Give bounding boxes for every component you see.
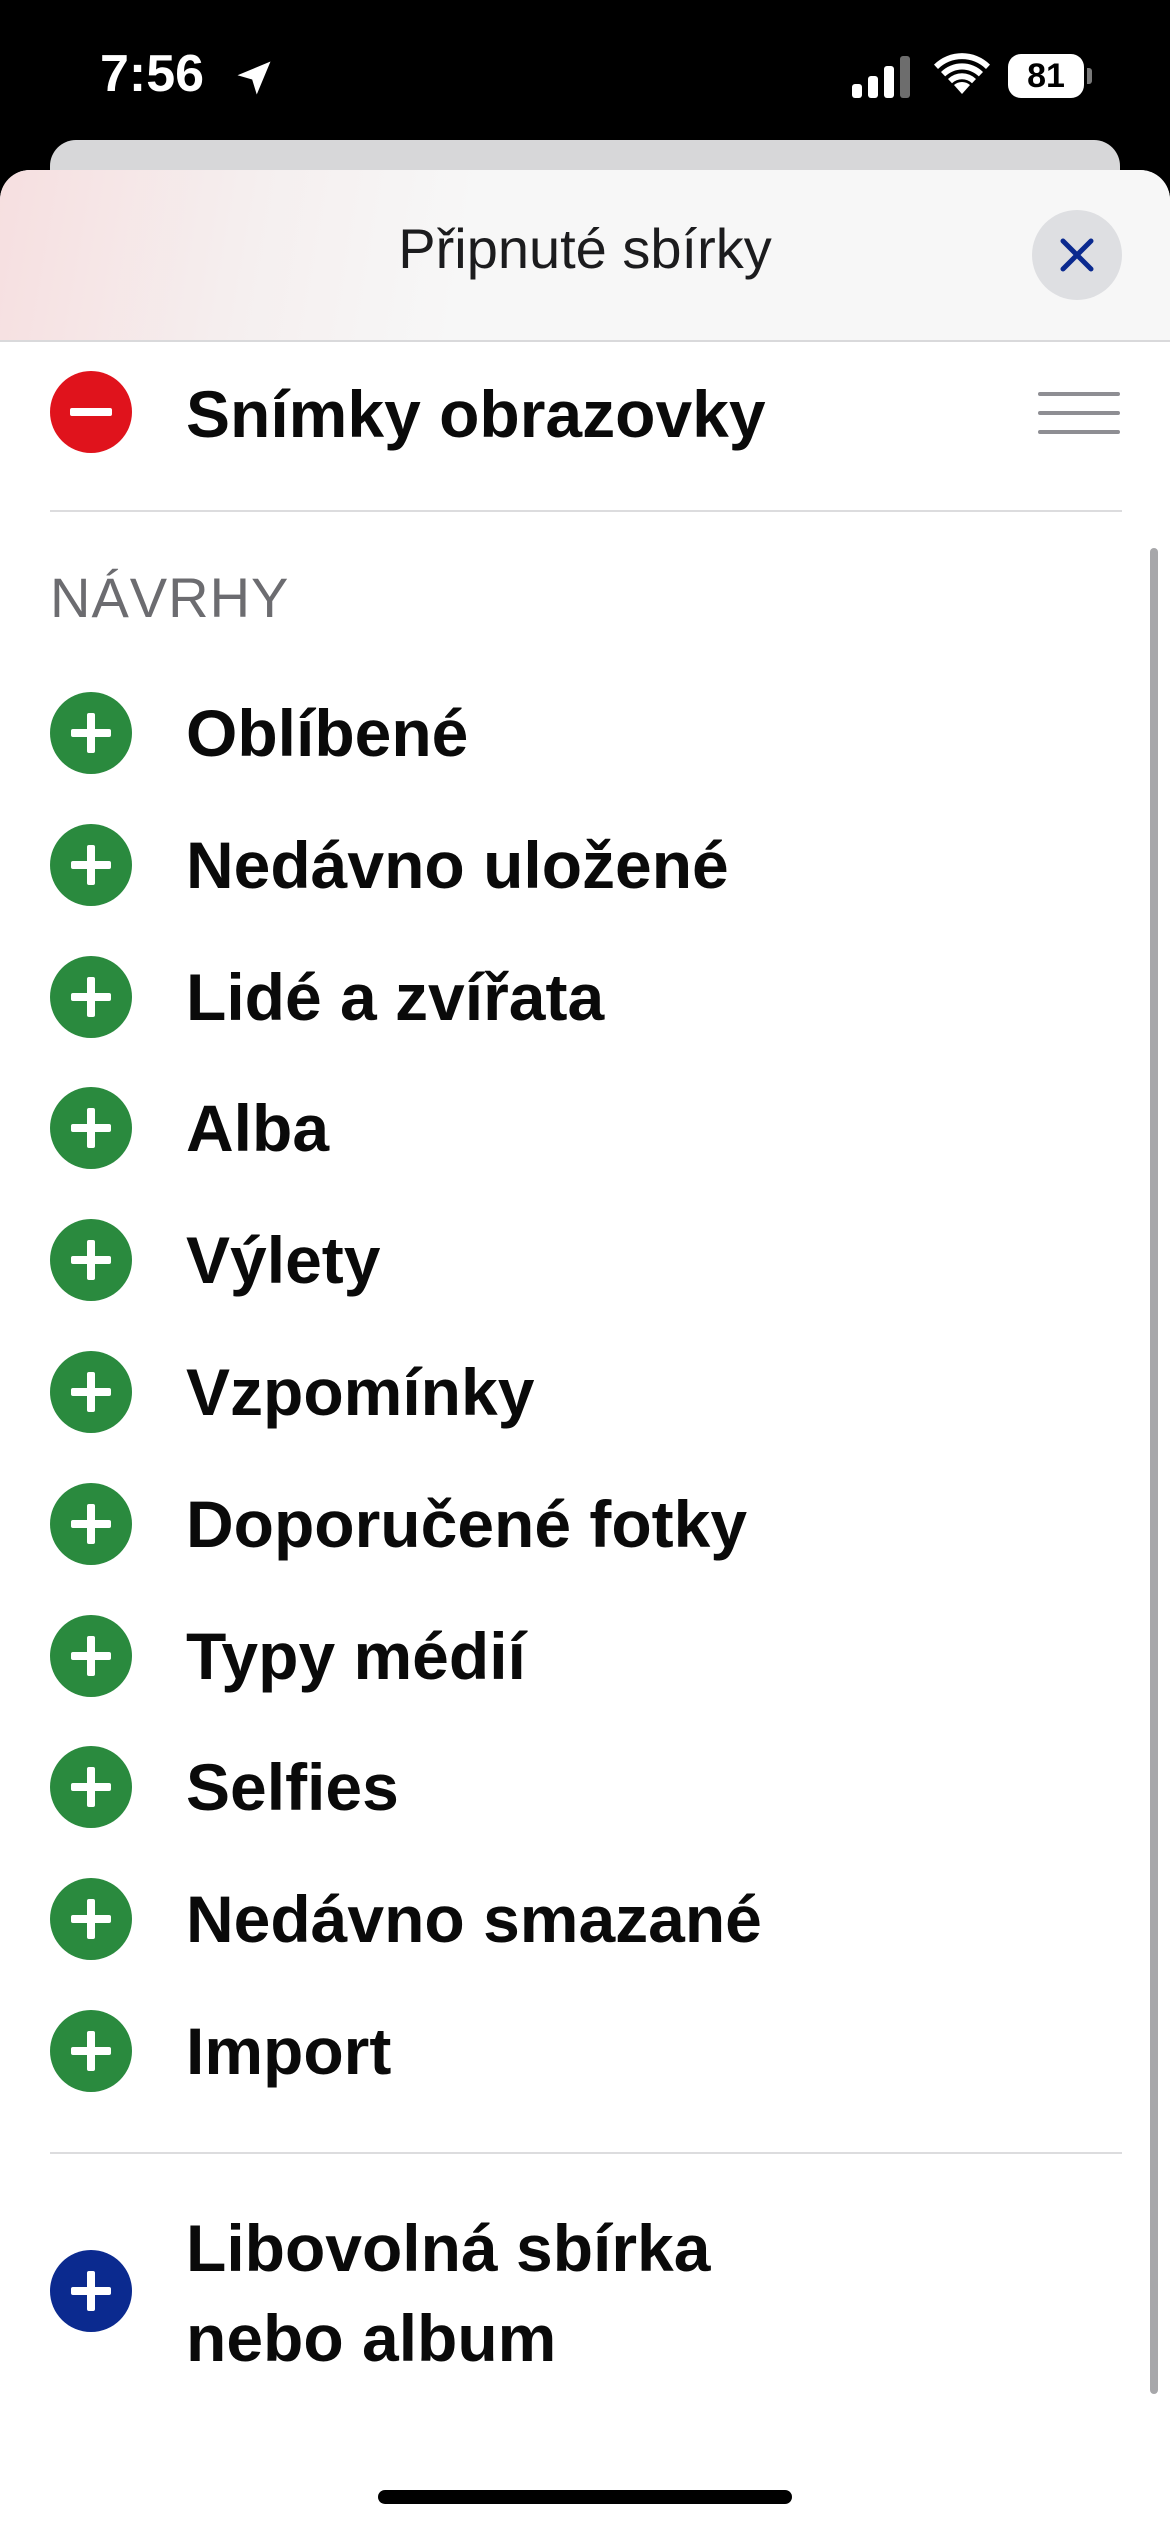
suggestion-item[interactable]: Typy médií <box>0 1591 1170 1721</box>
suggestion-label: Vzpomínky <box>186 1355 535 1429</box>
battery-level: 81 <box>1008 54 1084 98</box>
wifi-icon <box>934 53 990 94</box>
plus-icon <box>71 1240 111 1281</box>
suggestion-label: Výlety <box>186 1223 381 1298</box>
add-button[interactable] <box>50 1087 132 1170</box>
sheet-title: Připnuté sbírky <box>398 217 772 280</box>
add-button[interactable] <box>50 2010 132 2092</box>
suggestion-label: Oblíbené <box>186 696 469 770</box>
pinned-item-label: Snímky obrazovky <box>186 377 766 451</box>
plus-icon <box>71 1108 111 1149</box>
suggestion-item[interactable]: Lidé a zvířata <box>0 932 1170 1062</box>
add-button[interactable] <box>50 1878 132 1961</box>
plus-icon <box>71 1372 111 1412</box>
location-arrow-icon <box>237 61 271 95</box>
status-bar: 7:56 81 <box>0 0 1170 150</box>
plus-icon <box>71 2271 111 2311</box>
plus-icon <box>71 976 111 1017</box>
add-button[interactable] <box>50 1351 132 1433</box>
remove-icon <box>70 408 112 416</box>
plus-icon <box>71 713 111 753</box>
add-button[interactable] <box>50 823 132 906</box>
suggestion-item[interactable]: Selfies <box>0 1722 1170 1852</box>
suggestion-item[interactable]: Oblíbené <box>0 668 1170 798</box>
suggestion-label: Nedávno smazané <box>186 1882 762 1957</box>
plus-icon <box>71 1635 111 1676</box>
sheet-header: Připnuté sbírky <box>0 170 1170 342</box>
suggestion-label: Alba <box>186 1091 330 1166</box>
add-button[interactable] <box>50 692 132 774</box>
plus-icon <box>71 2031 111 2071</box>
suggestion-item[interactable]: Vzpomínky <box>0 1327 1170 1457</box>
suggestion-item[interactable]: Alba <box>0 1063 1170 1193</box>
custom-collection-label-line1: Libovolná sbírka <box>186 2211 711 2285</box>
suggestion-item[interactable]: Import <box>0 1986 1170 2116</box>
suggestion-label: Nedávno uložené <box>186 827 729 902</box>
suggestion-label: Doporučené fotky <box>186 1486 748 1561</box>
plus-icon <box>71 844 111 885</box>
add-button[interactable] <box>50 1614 132 1697</box>
status-time: 7:56 <box>100 45 205 103</box>
add-button[interactable] <box>50 1482 132 1565</box>
close-icon <box>1060 238 1094 272</box>
suggestion-item[interactable]: Nedávno smazané <box>0 1854 1170 1984</box>
suggestion-label: Typy médií <box>186 1618 526 1693</box>
suggestion-label: Import <box>186 2014 392 2088</box>
add-button[interactable] <box>50 1746 132 1829</box>
pinned-item[interactable]: Snímky obrazovky <box>0 340 1170 510</box>
add-button[interactable] <box>50 955 132 1038</box>
custom-collection-label-line2: nebo album <box>186 2301 557 2375</box>
plus-icon <box>71 1503 111 1544</box>
reorder-handle-icon[interactable] <box>1038 392 1120 434</box>
suggestion-label: Lidé a zvířata <box>186 959 605 1034</box>
plus-icon <box>71 1767 111 1808</box>
add-button[interactable] <box>50 1219 132 1302</box>
battery-cap <box>1087 68 1092 84</box>
suggestion-item[interactable]: Výlety <box>0 1195 1170 1325</box>
suggestion-item[interactable]: Doporučené fotky <box>0 1459 1170 1589</box>
suggestion-label: Selfies <box>186 1750 399 1825</box>
remove-button[interactable] <box>50 371 132 453</box>
battery-icon: 81 <box>1008 54 1092 98</box>
plus-icon <box>71 1899 111 1940</box>
suggestion-item[interactable]: Nedávno uložené <box>0 800 1170 930</box>
add-custom-button[interactable] <box>50 2250 132 2332</box>
close-button[interactable] <box>1032 210 1122 300</box>
custom-collection-item[interactable]: Libovolná sbírka nebo album <box>0 2200 1170 2400</box>
cellular-signal-icon <box>852 56 910 98</box>
